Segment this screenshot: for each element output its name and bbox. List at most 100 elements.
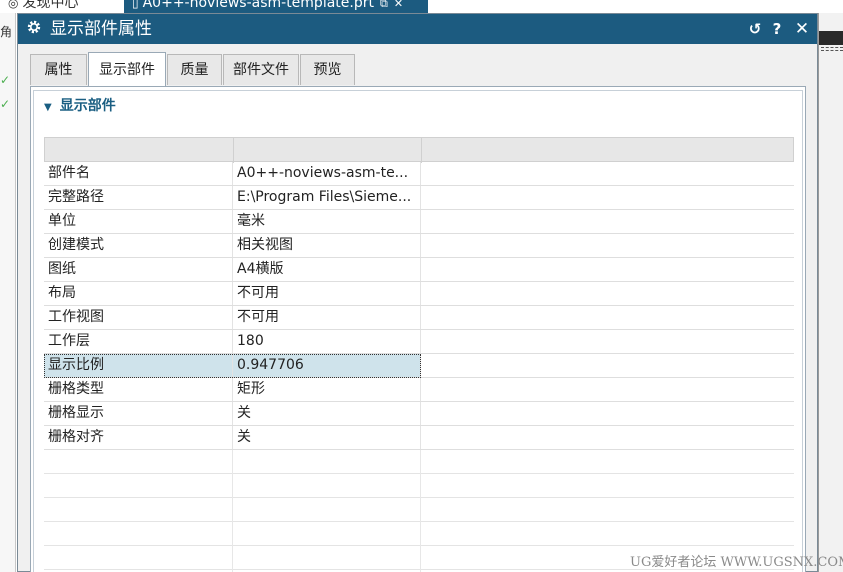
tab-preview[interactable]: 预览 (300, 54, 355, 85)
dialog-titlebar[interactable]: 显示部件属性 ↺ ? ✕ (18, 14, 817, 44)
property-value-cell: 不可用 (233, 306, 421, 329)
property-name-cell: 栅格显示 (44, 402, 233, 425)
check-icon: ✓ (0, 97, 11, 111)
header-cell[interactable] (45, 138, 234, 163)
empty-cell (44, 546, 233, 570)
divider (821, 47, 843, 48)
empty-table-row (44, 474, 794, 498)
empty-cell (44, 474, 233, 498)
property-name-cell: 工作视图 (44, 306, 233, 329)
tab-panel: ▼ 显示部件 部件名 A0++-noviews-asm-te... 完整路径 E:\Pr… (30, 86, 806, 572)
empty-cell (421, 426, 794, 449)
empty-cell (44, 498, 233, 522)
app-tab-part-file-label: A0++-noviews-asm-template.prt (142, 0, 374, 11)
empty-cell (233, 450, 421, 474)
tab-attributes[interactable]: 属性 (30, 54, 87, 85)
property-value-cell: 不可用 (233, 282, 421, 305)
part-file-icon: ▯ (132, 0, 139, 10)
discovery-icon: ◎ (8, 0, 19, 10)
empty-cell (421, 306, 794, 329)
empty-cell (233, 522, 421, 546)
left-panel-fragment: 角 (0, 25, 13, 39)
app-tab-strip: ◎ 发现中心 ▯ A0++-noviews-asm-template.prt ⧉ ✕ (0, 0, 843, 13)
property-name-cell: 部件名 (44, 162, 233, 185)
close-icon[interactable]: ✕ (793, 20, 811, 38)
property-value-cell: 矩形 (233, 378, 421, 401)
divider (821, 50, 843, 51)
table-header (44, 137, 794, 163)
empty-cell (421, 330, 794, 353)
empty-table-row (44, 450, 794, 474)
section-header[interactable]: ▼ 显示部件 (44, 95, 116, 115)
table-row[interactable]: 栅格显示关 (44, 402, 794, 426)
table-row[interactable]: 图纸 A4横版 (44, 258, 794, 282)
tab-mass[interactable]: 质量 (167, 54, 222, 85)
table-row[interactable]: 显示比例 0.947706 (44, 354, 794, 378)
properties-table: 部件名 A0++-noviews-asm-te... 完整路径 E:\Program … (44, 137, 794, 572)
property-value-cell: 0.947706 (233, 354, 421, 377)
empty-cell (421, 282, 794, 305)
right-panel-header (819, 31, 843, 45)
property-name-cell: 创建模式 (44, 234, 233, 257)
empty-cell (421, 186, 794, 209)
watermark: UG爱好者论坛 WWW.UGSNX.COM (630, 555, 843, 570)
section-title: 显示部件 (59, 98, 116, 114)
empty-cell (421, 402, 794, 425)
tab-part-file[interactable]: 部件文件 (223, 54, 299, 85)
property-value-cell: 关 (233, 402, 421, 425)
header-cell[interactable] (422, 138, 793, 163)
help-icon[interactable]: ? (768, 20, 786, 38)
empty-cell (233, 474, 421, 498)
empty-cell (44, 522, 233, 546)
property-name-cell: 显示比例 (44, 354, 233, 377)
property-value-cell: A0++-noviews-asm-te... (233, 162, 421, 185)
table-row[interactable]: 完整路径 E:\Program Files\Sieme... (44, 186, 794, 210)
property-name-cell: 栅格类型 (44, 378, 233, 401)
empty-table-row (44, 522, 794, 546)
display-part-properties-dialog: 显示部件属性 ↺ ? ✕ 属性 显示部件 质量 部件文件 预览 ▼ 显示部件 部件… (17, 13, 818, 572)
table-row[interactable]: 部件名 A0++-noviews-asm-te... (44, 162, 794, 186)
tab-pin-icon[interactable]: ⧉ (380, 0, 388, 10)
empty-cell (421, 354, 794, 377)
reset-icon[interactable]: ↺ (746, 20, 764, 38)
dialog-title: 显示部件属性 (50, 19, 152, 39)
empty-cell (421, 210, 794, 233)
empty-cell (421, 234, 794, 257)
table-row[interactable]: 栅格类型 矩形 (44, 378, 794, 402)
property-value-cell: 相关视图 (233, 234, 421, 257)
table-row[interactable]: 工作层 180 (44, 330, 794, 354)
property-value-cell: 关 (233, 426, 421, 449)
table-row[interactable]: 创建模式 相关视图 (44, 234, 794, 258)
property-name-cell: 栅格对齐 (44, 426, 233, 449)
gear-icon (27, 20, 41, 34)
tab-close-icon[interactable]: ✕ (394, 0, 403, 10)
property-value-cell: 毫米 (233, 210, 421, 233)
app-tab-discovery-label: 发现中心 (22, 0, 79, 11)
table-row[interactable]: 单位 毫米 (44, 210, 794, 234)
app-left-panel: 角 ✓ ✓ (0, 13, 16, 572)
property-value-cell: A4横版 (233, 258, 421, 281)
header-cell[interactable] (234, 138, 422, 163)
property-name-cell: 工作层 (44, 330, 233, 353)
app-tab-part-file[interactable]: ▯ A0++-noviews-asm-template.prt ⧉ ✕ (124, 0, 428, 13)
empty-cell (421, 378, 794, 401)
table-row[interactable]: 布局 不可用 (44, 282, 794, 306)
property-value-cell: E:\Program Files\Sieme... (233, 186, 421, 209)
empty-cell (421, 258, 794, 281)
empty-cell (421, 162, 794, 185)
app-right-panel (818, 13, 843, 572)
property-name-cell: 布局 (44, 282, 233, 305)
tab-display-part[interactable]: 显示部件 (88, 52, 166, 86)
table-row[interactable]: 栅格对齐关 (44, 426, 794, 450)
check-icon: ✓ (0, 73, 11, 87)
empty-cell (44, 450, 233, 474)
empty-table-row (44, 498, 794, 522)
property-name-cell: 单位 (44, 210, 233, 233)
table-row[interactable]: 工作视图 不可用 (44, 306, 794, 330)
property-name-cell: 图纸 (44, 258, 233, 281)
app-tab-discovery[interactable]: ◎ 发现中心 (8, 0, 78, 13)
collapse-triangle-icon[interactable]: ▼ (44, 102, 52, 113)
property-name-cell: 完整路径 (44, 186, 233, 209)
empty-cell (233, 498, 421, 522)
property-value-cell: 180 (233, 330, 421, 353)
